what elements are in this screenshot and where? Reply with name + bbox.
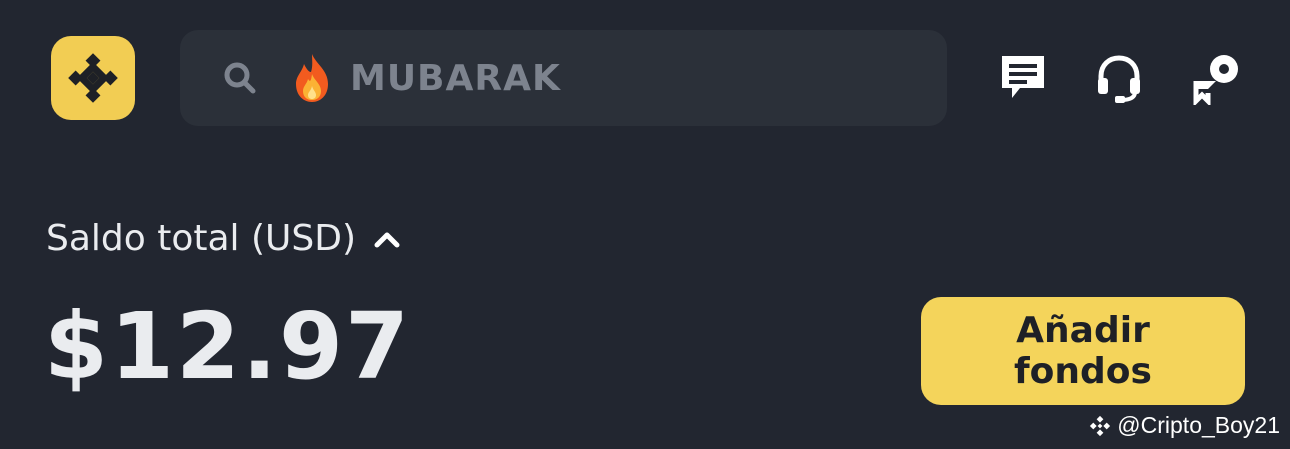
search-trending-text: MUBARAK	[350, 57, 561, 99]
total-balance-label: Saldo total (USD)	[46, 218, 357, 259]
total-balance-amount: $12.97	[44, 293, 412, 400]
binance-mini-logo-icon	[1087, 413, 1113, 439]
share-referral-icon[interactable]	[1187, 50, 1243, 106]
search-icon	[220, 58, 260, 98]
search-bar[interactable]: MUBARAK	[180, 30, 947, 126]
headset-support-icon[interactable]	[1091, 50, 1147, 106]
fire-icon	[290, 52, 334, 104]
watermark-handle: @Cripto_Boy21	[1117, 412, 1280, 438]
chevron-up-icon	[374, 226, 400, 252]
watermark: @Cripto_Boy21	[1087, 412, 1280, 439]
messages-icon[interactable]	[995, 50, 1051, 106]
binance-logo-icon[interactable]	[51, 36, 135, 120]
add-funds-button[interactable]: Añadir fondos	[921, 297, 1245, 405]
total-balance-toggle[interactable]: Saldo total (USD)	[46, 218, 400, 259]
